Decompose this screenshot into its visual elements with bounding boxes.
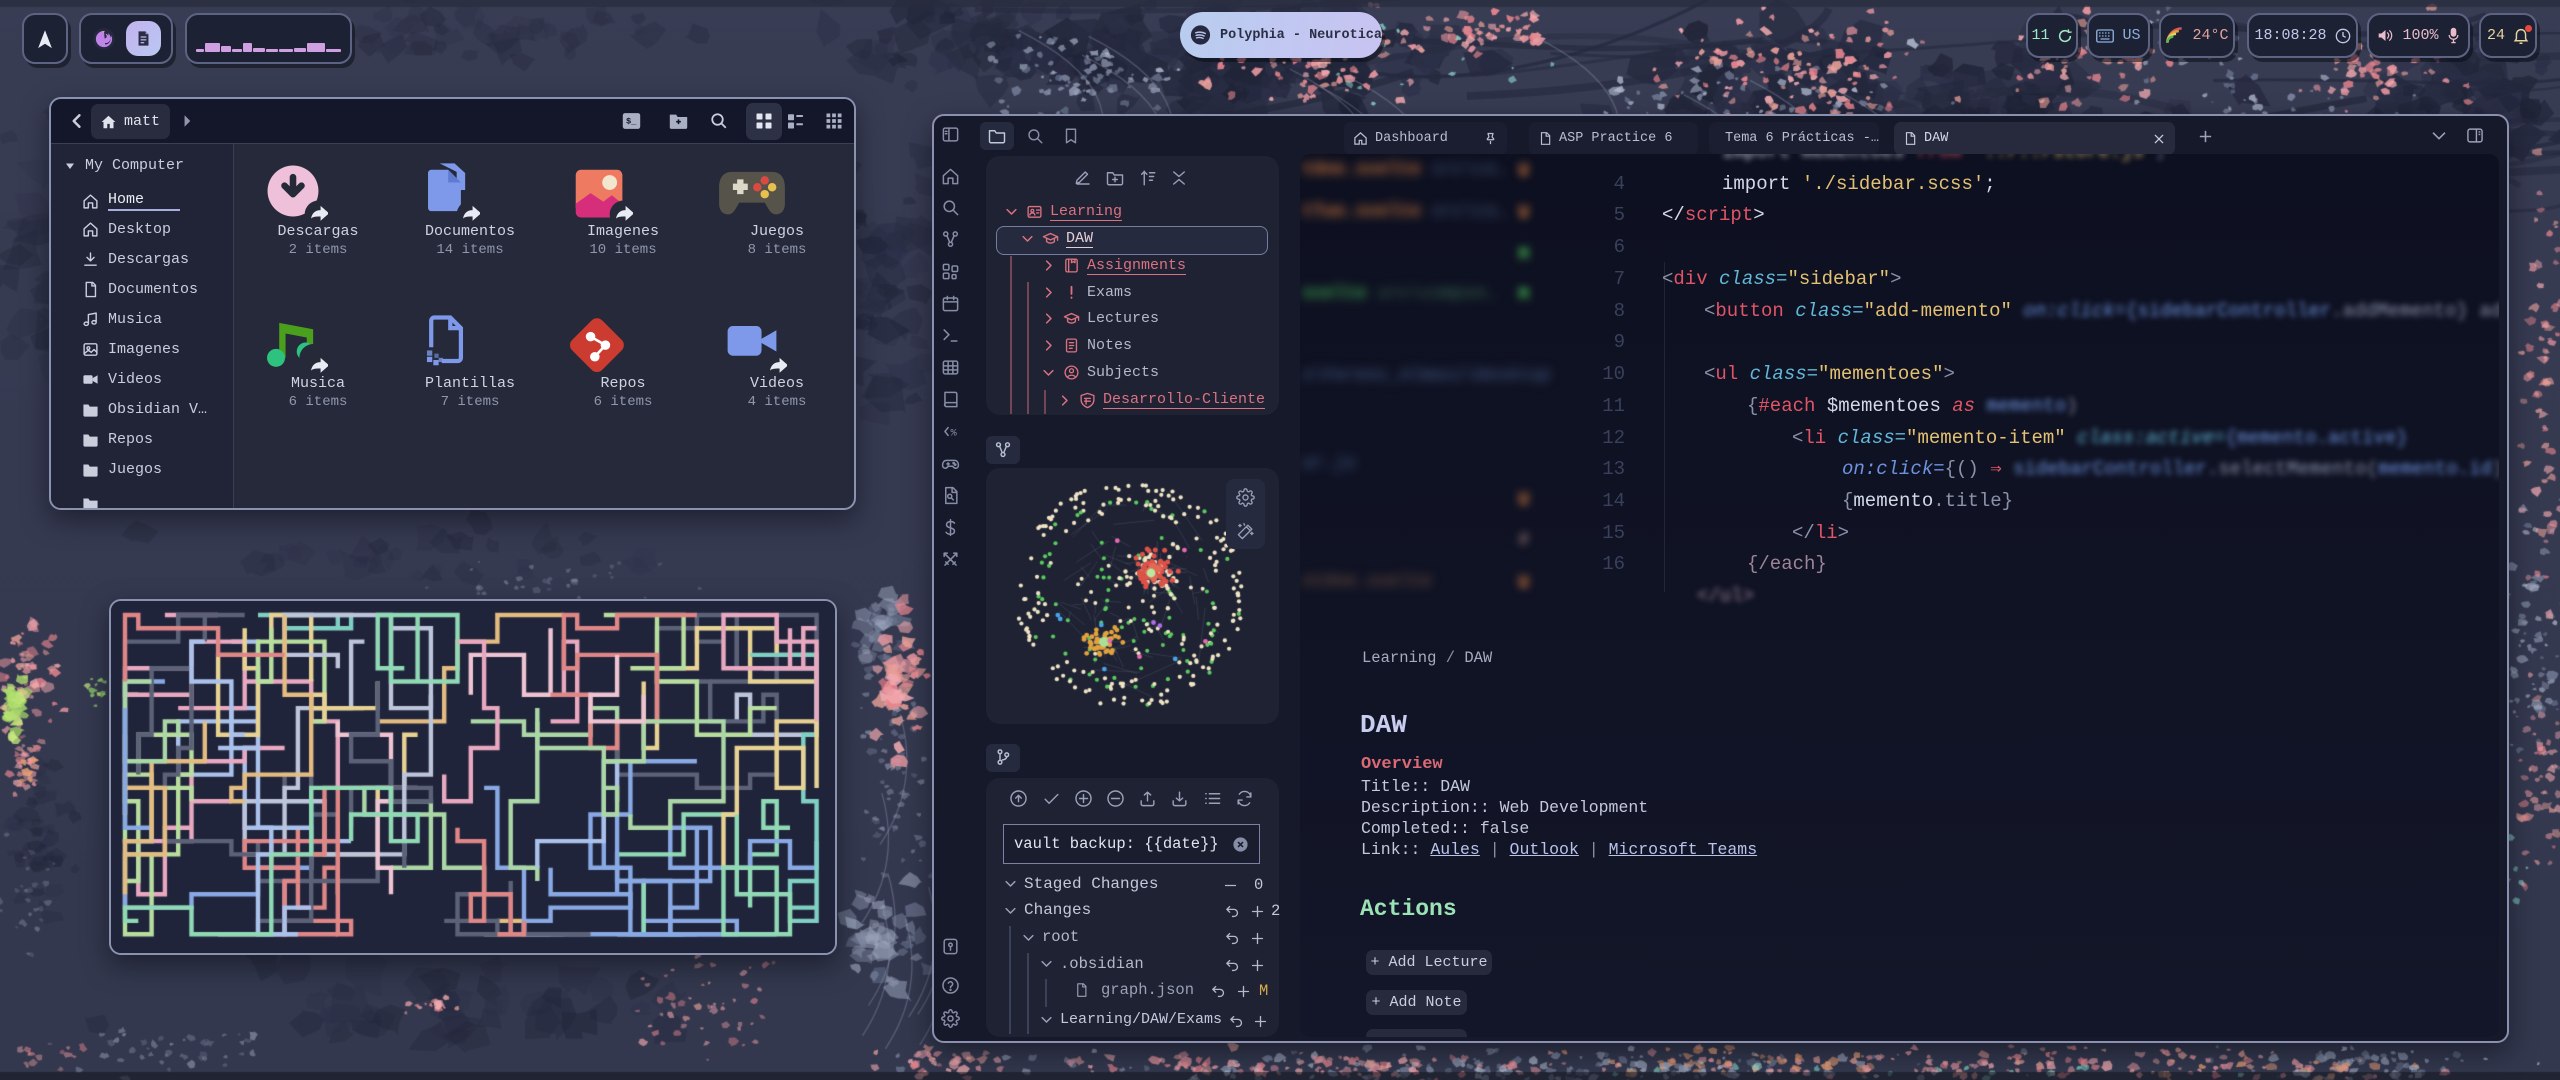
- svg-text:%: %: [951, 427, 958, 439]
- svg-text:$_: $_: [626, 116, 637, 126]
